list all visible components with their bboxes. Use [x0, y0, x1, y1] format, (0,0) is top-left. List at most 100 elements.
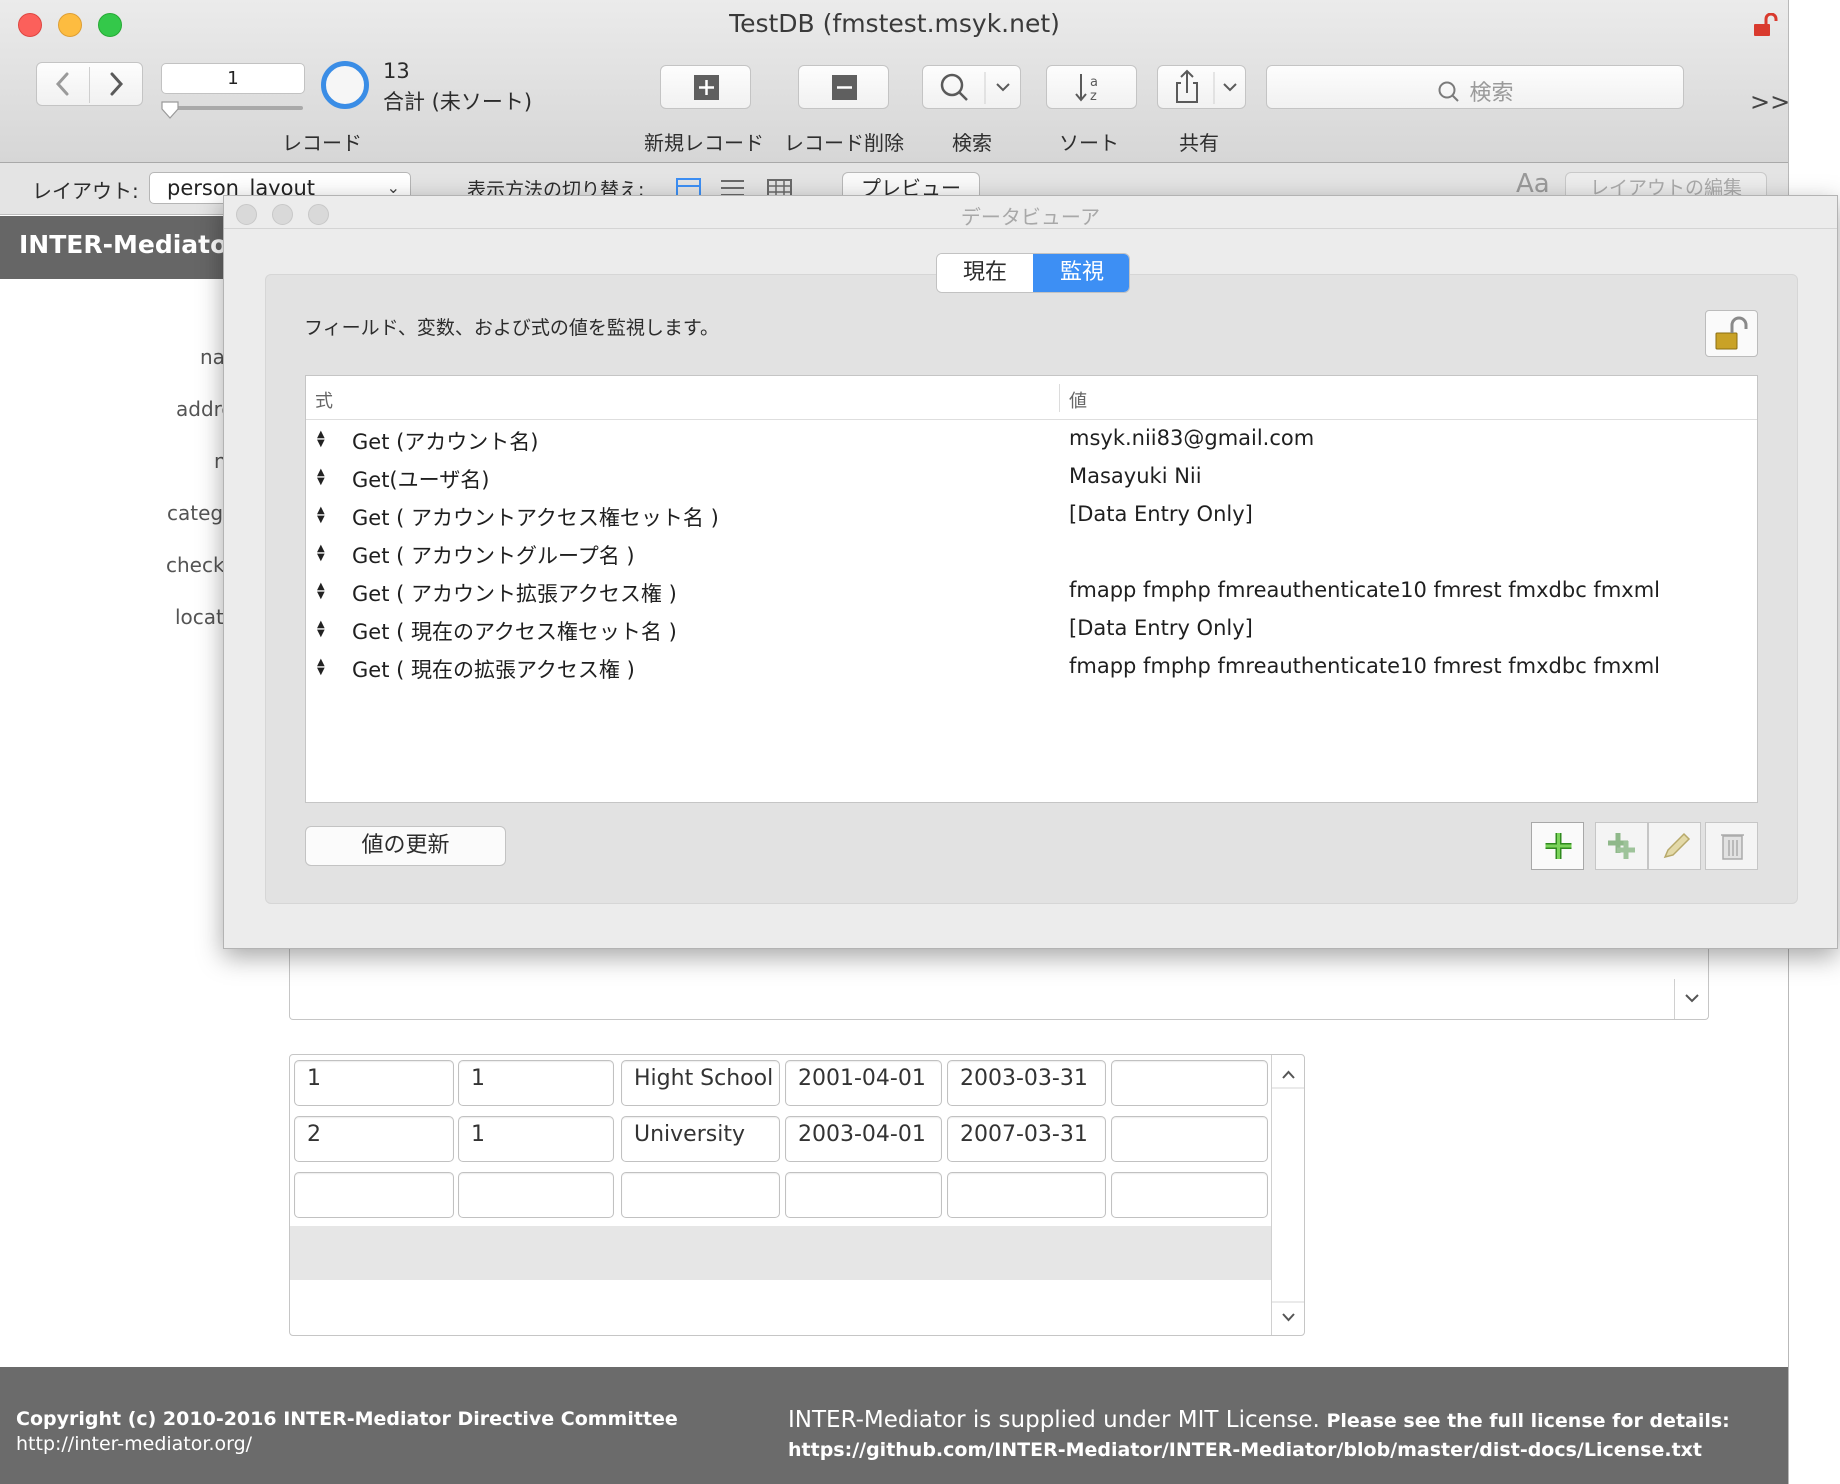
portal-cell[interactable]: 1 — [294, 1060, 454, 1106]
chevron-left-icon — [55, 72, 69, 96]
slider-thumb[interactable] — [161, 101, 179, 119]
refresh-values-button[interactable]: 値の更新 — [305, 826, 506, 866]
share-button[interactable] — [1157, 65, 1246, 109]
reorder-arrows-icon[interactable]: ▲ ▼ — [317, 468, 325, 487]
plus-icon — [1545, 833, 1572, 859]
data-viewer-titlebar: データビューア — [224, 196, 1837, 229]
record-slider[interactable] — [165, 106, 303, 110]
portal-scrollbar[interactable] — [1271, 1055, 1304, 1335]
search-placeholder: 検索 — [1267, 75, 1683, 107]
magnifier-icon — [940, 72, 1010, 104]
portal-cell[interactable] — [947, 1172, 1106, 1218]
find-label: 検索 — [952, 131, 992, 155]
watch-row[interactable]: ▲ ▼ Get (アカウント名) msyk.nii83@gmail.com — [306, 422, 1757, 460]
pencil-icon — [1663, 832, 1691, 859]
portal-cell[interactable] — [1111, 1060, 1268, 1106]
reorder-arrows-icon[interactable]: ▲ ▼ — [317, 506, 325, 525]
portal-cell[interactable] — [294, 1172, 454, 1218]
data-viewer-tabs: 現在 監視 — [936, 253, 1130, 293]
sort-button[interactable]: az — [1046, 65, 1137, 109]
portal-cell[interactable] — [1111, 1116, 1268, 1162]
found-set-pie-icon — [321, 61, 369, 109]
delete-expression-button[interactable] — [1705, 822, 1758, 870]
chevron-down-icon — [1685, 994, 1699, 1003]
watch-value: msyk.nii83@gmail.com — [1069, 426, 1315, 450]
footer-license-link[interactable]: https://github.com/INTER-Mediator/INTER-… — [788, 1439, 1702, 1461]
portal-cell[interactable]: University — [621, 1116, 780, 1162]
toolbar-overflow-icon[interactable]: >> — [1750, 88, 1788, 116]
delete-record-label: レコード削除 — [784, 131, 904, 155]
delete-record-button[interactable] — [798, 65, 889, 109]
watch-expression: Get ( アカウントグループ名 ) — [352, 544, 635, 568]
watch-row[interactable]: ▲ ▼ Get ( 現在のアクセス権セット名 ) [Data Entry Only… — [306, 612, 1757, 650]
watch-expression-table: 式 値 ▲ ▼ Get (アカウント名) msyk.nii83@gmail.com… — [305, 375, 1758, 803]
share-icon — [1176, 69, 1237, 104]
unlocked-padlock-icon[interactable] — [1752, 12, 1778, 37]
scroll-down-button[interactable] — [1674, 979, 1708, 1019]
portal-cell[interactable]: 2 — [294, 1116, 454, 1162]
footer-site-link[interactable]: http://inter-mediator.org/ — [16, 1433, 252, 1455]
find-button[interactable] — [922, 65, 1021, 109]
portal-cell[interactable] — [621, 1172, 780, 1218]
search-placeholder-text: 検索 — [1469, 81, 1514, 106]
portal-cell[interactable]: Hight School — [621, 1060, 780, 1106]
watch-value: [Data Entry Only] — [1069, 616, 1253, 640]
reorder-arrows-icon[interactable]: ▲ ▼ — [317, 658, 325, 677]
window-titlebar: TestDB (fmstest.msyk.net) 1 13 合計 (未ソート)… — [0, 0, 1788, 163]
watch-row[interactable]: ▲ ▼ Get ( 現在の拡張アクセス権 ) fmapp fmphp fmreau… — [306, 650, 1757, 688]
portal-cell[interactable]: 2003-03-31 — [947, 1060, 1106, 1106]
reorder-arrows-icon[interactable]: ▲ ▼ — [317, 582, 325, 601]
watch-row[interactable]: ▲ ▼ Get(ユーザ名) Masayuki Nii — [306, 460, 1757, 498]
column-header-expression[interactable]: 式 — [315, 387, 333, 413]
watch-row[interactable]: ▲ ▼ Get ( アカウント拡張アクセス権 ) fmapp fmphp fmre… — [306, 574, 1757, 612]
portal-cell[interactable] — [1111, 1172, 1268, 1218]
search-icon — [1438, 81, 1460, 102]
watch-value: Masayuki Nii — [1069, 464, 1202, 488]
watch-expression: Get ( アカウントアクセス権セット名 ) — [352, 506, 719, 530]
portal-cell[interactable]: 1 — [458, 1116, 614, 1162]
duplicate-expression-button[interactable] — [1595, 822, 1648, 870]
footer: Copyright (c) 2010-2016 INTER-Mediator D… — [0, 1367, 1788, 1484]
portal-cell[interactable] — [458, 1172, 614, 1218]
share-label: 共有 — [1179, 131, 1219, 155]
watch-row[interactable]: ▲ ▼ Get ( アカウントアクセス権セット名 ) [Data Entry On… — [306, 498, 1757, 536]
portal-cell[interactable]: 2001-04-01 — [785, 1060, 942, 1106]
reorder-arrows-icon[interactable]: ▲ ▼ — [317, 430, 325, 449]
new-record-button[interactable] — [660, 65, 751, 109]
quick-find-search-field[interactable]: 検索 — [1266, 65, 1684, 109]
duplicate-plus-icon — [1608, 833, 1635, 859]
padlock-button[interactable] — [1705, 310, 1758, 357]
reorder-arrows-icon[interactable]: ▲ ▼ — [317, 544, 325, 563]
tab-current[interactable]: 現在 — [937, 254, 1033, 292]
total-record-count: 13 — [383, 59, 410, 83]
data-viewer-window: データビューア 現在 監視 フィールド、変数、および式の値を監視します。 式 値… — [223, 195, 1838, 949]
field-label-name: na — [200, 345, 225, 369]
add-expression-button[interactable] — [1531, 822, 1584, 870]
data-viewer-description: フィールド、変数、および式の値を監視します。 — [304, 317, 719, 339]
footer-license-lead: INTER-Mediator is supplied under MIT Lic… — [788, 1407, 1320, 1433]
column-header-value[interactable]: 値 — [1069, 387, 1087, 413]
sort-az-icon: az — [1075, 74, 1098, 104]
field-label-location: locat — [175, 605, 224, 629]
next-record-button[interactable] — [90, 63, 142, 105]
record-label: レコード — [282, 131, 362, 155]
chevron-right-icon — [110, 72, 124, 96]
portal-cell[interactable] — [785, 1172, 942, 1218]
portal-cell[interactable]: 1 — [458, 1060, 614, 1106]
reorder-arrows-icon[interactable]: ▲ ▼ — [317, 620, 325, 639]
watch-value: fmapp fmphp fmreauthenticate10 fmrest fm… — [1069, 654, 1660, 678]
record-number-field[interactable]: 1 — [161, 63, 305, 94]
portal-cell[interactable]: 2003-04-01 — [785, 1116, 942, 1162]
watch-value: [Data Entry Only] — [1069, 502, 1253, 526]
layout-label: レイアウト: — [32, 179, 139, 203]
window-title: TestDB (fmstest.msyk.net) — [729, 9, 1060, 38]
watch-row[interactable]: ▲ ▼ Get ( アカウントグループ名 ) — [306, 536, 1757, 574]
portal-cell[interactable]: 2007-03-31 — [947, 1116, 1106, 1162]
minus-square-icon — [832, 75, 857, 100]
previous-record-button[interactable] — [37, 63, 89, 105]
sort-label: ソート — [1059, 131, 1119, 155]
column-divider[interactable] — [1059, 384, 1060, 412]
edit-expression-button[interactable] — [1648, 822, 1701, 870]
tab-watch[interactable]: 監視 — [1033, 254, 1129, 292]
footer-license-tail: Please see the full license for details: — [1319, 1410, 1730, 1432]
